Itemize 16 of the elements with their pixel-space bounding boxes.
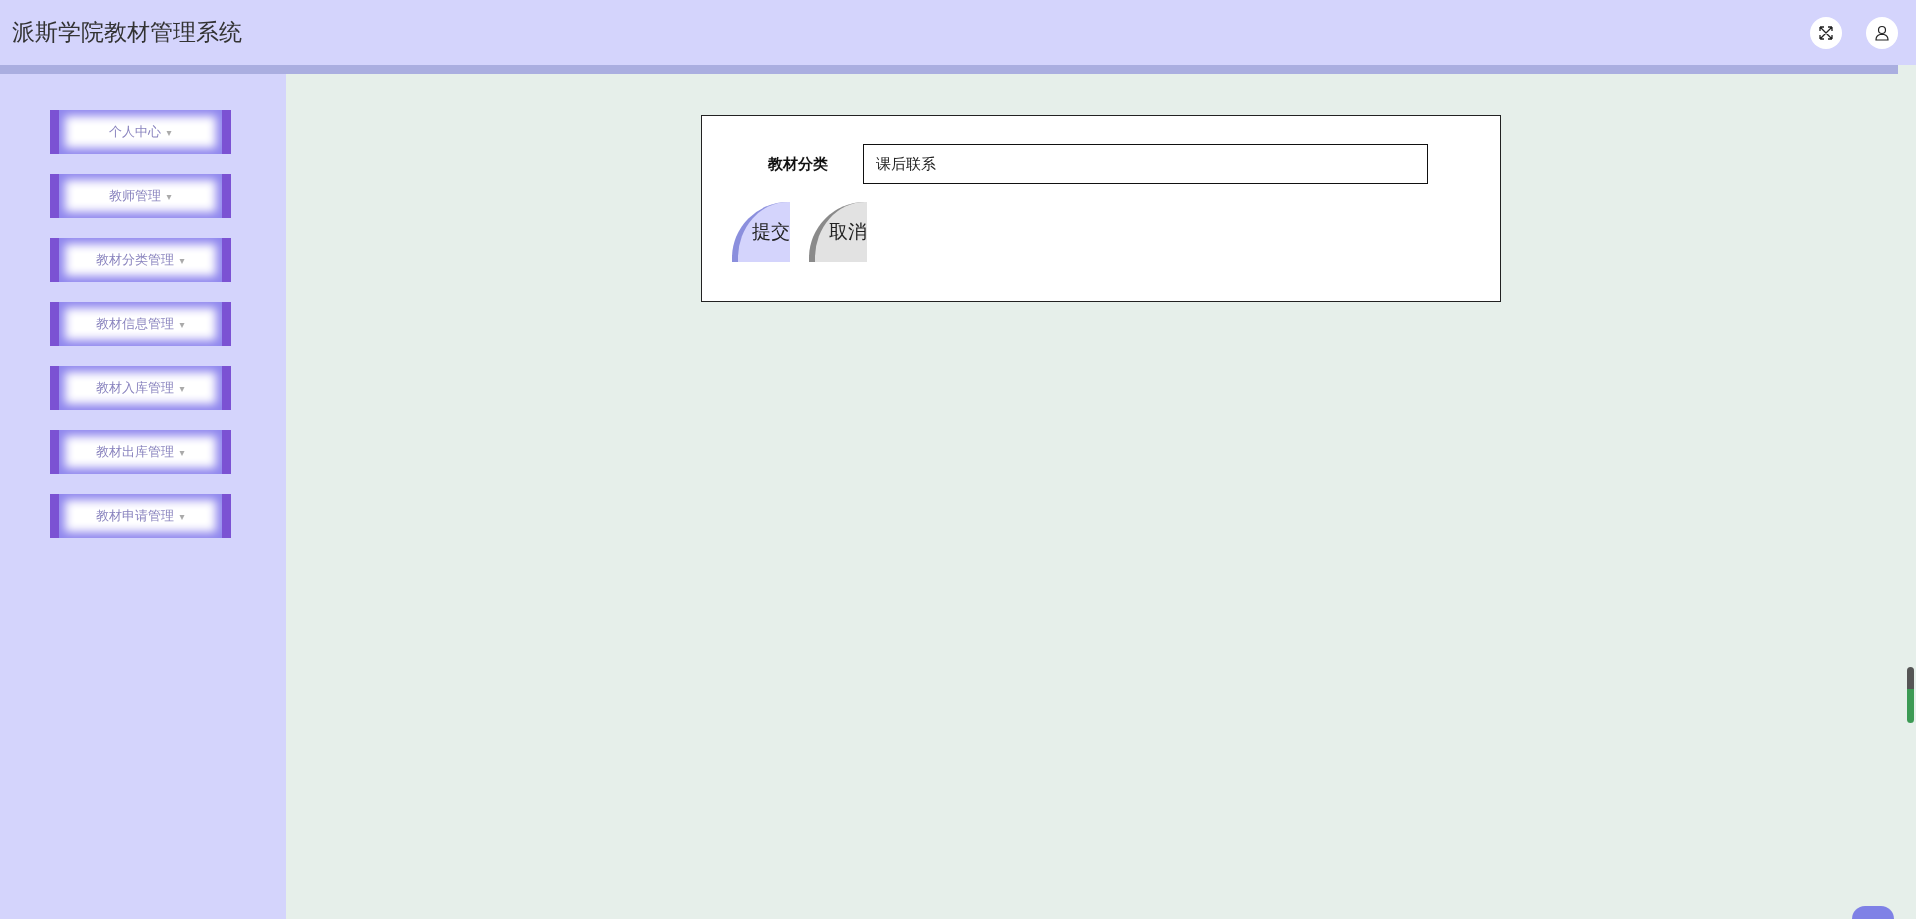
sidebar-menu-button[interactable]: 教师管理 ▾	[50, 174, 231, 218]
scrollbar[interactable]	[1907, 667, 1914, 723]
fullscreen-icon[interactable]	[1810, 16, 1842, 49]
sidebar-menu-button[interactable]: 个人中心 ▾	[50, 110, 231, 154]
floating-button[interactable]	[1852, 906, 1894, 919]
app-title: 派斯学院教材管理系统	[12, 18, 242, 47]
sidebar-menu-button[interactable]: 教材信息管理 ▾	[50, 302, 231, 346]
cancel-button[interactable]: 取消	[809, 202, 867, 262]
sidebar-menu-button[interactable]: 教材出库管理 ▾	[50, 430, 231, 474]
sidebar-menu-button[interactable]: 教材入库管理 ▾	[50, 366, 231, 410]
user-icon[interactable]	[1866, 16, 1898, 49]
sidebar-menu-button[interactable]: 教材申请管理 ▾	[50, 494, 231, 538]
field-label: 教材分类	[766, 154, 829, 174]
submit-button[interactable]: 提交	[732, 202, 790, 262]
sidebar-menu-button[interactable]: 教材分类管理 ▾	[50, 238, 231, 282]
category-input[interactable]: 课后联系	[863, 144, 1428, 184]
